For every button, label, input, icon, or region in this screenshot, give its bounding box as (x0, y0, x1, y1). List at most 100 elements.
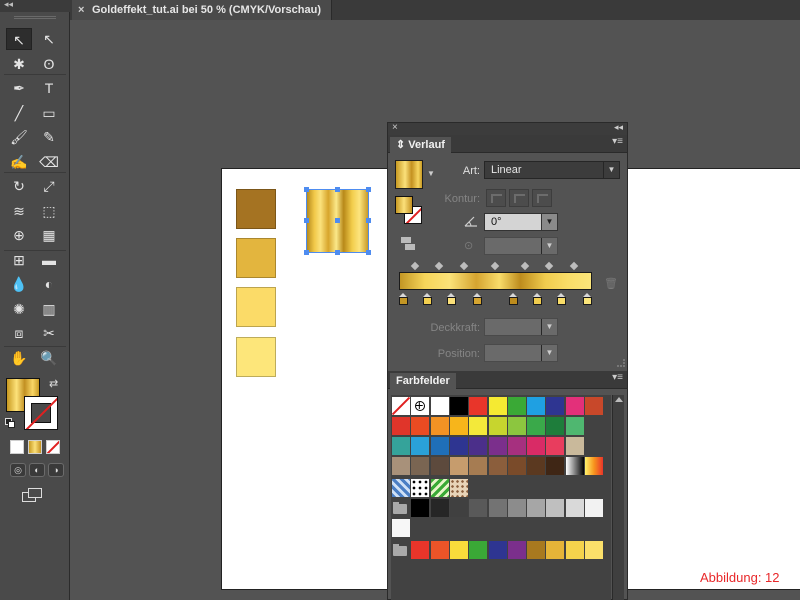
aspect-ratio-field[interactable]: ▼ (484, 237, 558, 255)
swatch[interactable] (546, 417, 565, 435)
swatch[interactable] (565, 541, 584, 559)
chevron-down-icon[interactable]: ▼ (541, 214, 557, 230)
chevron-down-icon[interactable]: ▼ (541, 319, 557, 335)
swatch[interactable] (488, 541, 507, 559)
default-fill-stroke-icon[interactable] (5, 418, 15, 428)
gradient-stop[interactable] (399, 293, 408, 305)
swatch[interactable] (392, 519, 410, 537)
swatch-pattern[interactable] (411, 479, 430, 497)
pencil-tool[interactable]: ✎ (36, 126, 62, 148)
gradient-stop[interactable] (422, 293, 432, 305)
swatch-none[interactable] (392, 397, 410, 415)
swatch[interactable] (411, 541, 430, 559)
selection-handle[interactable] (304, 218, 309, 223)
swatch[interactable] (469, 397, 488, 415)
swatch[interactable] (430, 397, 449, 415)
swatch-pattern[interactable] (430, 479, 449, 497)
swatch-registration[interactable] (411, 397, 430, 415)
swatch[interactable] (449, 397, 468, 415)
panel-resize-grip[interactable] (617, 359, 625, 367)
reverse-gradient-icon[interactable] (401, 237, 417, 251)
gradient-midpoint[interactable] (569, 261, 579, 271)
tab-farbfelder[interactable]: Farbfelder (390, 373, 456, 389)
swatch[interactable] (488, 457, 507, 475)
zoom-tool[interactable]: 🔍 (36, 347, 62, 369)
position-field[interactable]: ▼ (484, 344, 558, 362)
swatch[interactable] (430, 417, 449, 435)
eraser-tool[interactable]: ⌫ (36, 151, 62, 173)
swatch[interactable] (507, 417, 526, 435)
swatch[interactable] (411, 457, 430, 475)
perspective-grid-tool[interactable]: ▦ (36, 224, 62, 246)
chevron-down-icon[interactable]: ▼ (541, 238, 557, 254)
scale-tool[interactable]: ⤢ (36, 175, 62, 197)
chevron-down-icon[interactable]: ▼ (603, 162, 619, 178)
swatch[interactable] (449, 417, 468, 435)
swatch[interactable] (565, 437, 584, 455)
gradient-stop[interactable] (472, 293, 482, 305)
line-segment-tool[interactable]: ╱ (6, 102, 32, 124)
swatch[interactable] (469, 437, 488, 455)
swatch[interactable] (565, 499, 584, 517)
selection-tool[interactable]: ↖ (6, 28, 32, 50)
gradient-slider[interactable] (399, 272, 592, 290)
gradient-tool[interactable]: ▬ (36, 249, 62, 271)
close-panel-icon[interactable]: × (392, 122, 398, 133)
gradient-fill-indicator[interactable] (395, 196, 413, 214)
rectangle-tool[interactable]: ▭ (36, 102, 62, 124)
swatch[interactable] (469, 499, 488, 517)
swatch[interactable] (507, 457, 526, 475)
swatch[interactable] (449, 457, 468, 475)
swatch[interactable] (411, 499, 430, 517)
swatch-folder-icon[interactable] (393, 544, 409, 556)
gradient-stop[interactable] (583, 293, 592, 305)
swatch[interactable] (507, 397, 526, 415)
gradient-preview-dropdown-icon[interactable]: ▼ (427, 169, 435, 178)
color-square-4[interactable] (236, 337, 276, 377)
gradient-stop[interactable] (533, 293, 543, 305)
stroke-gradient-across-button[interactable] (532, 189, 552, 207)
pen-tool[interactable]: ✒ (6, 77, 32, 99)
draw-inside-icon[interactable]: ◑ (48, 463, 64, 477)
color-square-1[interactable] (236, 189, 276, 229)
swatch-folder-icon[interactable] (393, 502, 409, 514)
document-tab[interactable]: × Goldeffekt_tut.ai bei 50 % (CMYK/Vorsc… (72, 0, 332, 20)
gradient-midpoint[interactable] (434, 261, 444, 271)
panel-menu-icon[interactable]: ▾≡ (612, 372, 623, 383)
collapse-panel-icon[interactable]: ◂◂ (614, 122, 623, 133)
color-square-2[interactable] (236, 238, 276, 278)
swatch[interactable] (449, 499, 468, 517)
type-tool[interactable]: T (36, 77, 62, 99)
tools-grip[interactable] (14, 16, 56, 19)
swatch[interactable] (392, 457, 410, 475)
swatch[interactable] (527, 541, 546, 559)
selection-handle[interactable] (366, 218, 371, 223)
shape-builder-tool[interactable]: ⊕ (6, 224, 32, 246)
swatch[interactable] (546, 397, 565, 415)
swatch[interactable] (546, 457, 565, 475)
free-transform-tool[interactable]: ⬚ (36, 200, 62, 222)
artboard-tool[interactable]: ⧈ (6, 322, 32, 344)
swatch[interactable] (469, 541, 488, 559)
symbol-sprayer-tool[interactable]: ✺ (6, 298, 32, 320)
gradient-midpoint[interactable] (521, 261, 530, 271)
paintbrush-tool[interactable]: 🖌 (6, 126, 32, 148)
swatch[interactable] (449, 541, 468, 559)
swatch[interactable] (527, 499, 546, 517)
swatch[interactable] (392, 417, 410, 435)
swatch[interactable] (565, 397, 584, 415)
column-graph-tool[interactable]: ▥ (36, 298, 62, 320)
tab-verlauf[interactable]: ⇕ Verlauf (390, 137, 451, 153)
selection-handle[interactable] (335, 187, 340, 192)
swatch[interactable] (546, 541, 565, 559)
swatch[interactable] (392, 437, 410, 455)
gradient-stop[interactable] (557, 293, 567, 305)
swatch[interactable] (585, 397, 603, 415)
swatch[interactable] (488, 397, 507, 415)
opacity-field[interactable]: ▼ (484, 318, 558, 336)
swatch[interactable] (507, 541, 526, 559)
none-mode-button[interactable] (46, 440, 60, 454)
swatch[interactable] (585, 541, 603, 559)
swatches-scrollbar[interactable] (612, 395, 624, 600)
gradient-stop[interactable] (509, 293, 519, 305)
